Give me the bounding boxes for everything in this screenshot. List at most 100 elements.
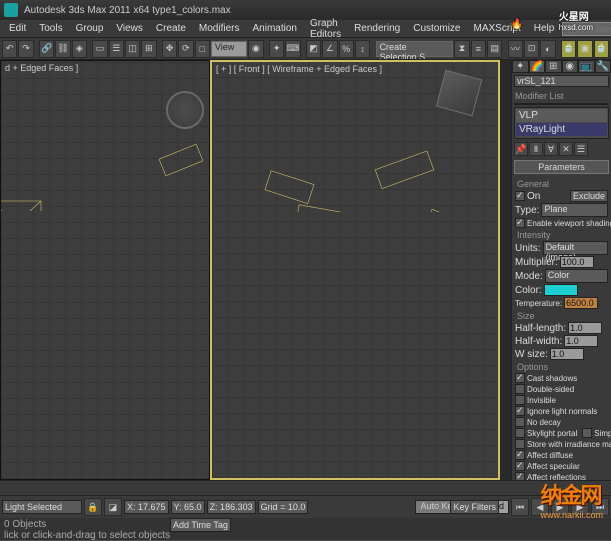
- menu-views[interactable]: Views: [111, 21, 148, 36]
- opt-cb-7[interactable]: [515, 450, 525, 460]
- menubar: Edit Tools Group Views Create Modifiers …: [0, 20, 611, 38]
- hierarchy-tab[interactable]: ⊞: [545, 60, 562, 73]
- snap-button[interactable]: ◩: [306, 40, 321, 58]
- add-time-tag[interactable]: Add Time Tag: [170, 518, 231, 532]
- on-checkbox[interactable]: [515, 191, 525, 201]
- manipulate-button[interactable]: ✦: [269, 40, 284, 58]
- rotate-button[interactable]: ⟳: [178, 40, 193, 58]
- opt-cb-3[interactable]: [515, 406, 525, 416]
- next-frame-button[interactable]: ▶: [571, 498, 589, 516]
- opt-cb-4[interactable]: [515, 417, 525, 427]
- temp-spinner[interactable]: 6500.0: [564, 297, 598, 309]
- opt-cb-9[interactable]: [515, 472, 525, 480]
- z-coord[interactable]: Z: 186.303: [207, 500, 256, 514]
- parameters-rollout[interactable]: Parameters: [514, 160, 609, 174]
- render-frame-button[interactable]: ▣: [577, 40, 592, 58]
- angle-snap-button[interactable]: ∠: [322, 40, 337, 58]
- menu-help[interactable]: Help: [529, 21, 560, 36]
- viewport-left[interactable]: d + Edged Faces ]: [0, 60, 210, 480]
- isolate-button[interactable]: ◪: [104, 498, 122, 516]
- select-name-button[interactable]: ☰: [109, 40, 124, 58]
- remove-mod-button[interactable]: ✕: [559, 142, 573, 156]
- modify-tab[interactable]: 🌈: [529, 60, 546, 73]
- mode-dropdown[interactable]: Color: [545, 269, 608, 283]
- x-coord[interactable]: X: 17.675: [124, 500, 169, 514]
- curve-editor-button[interactable]: 〰: [508, 40, 523, 58]
- modifier-list-dropdown[interactable]: [514, 103, 609, 105]
- modifier-stack[interactable]: VLP VRayLight: [514, 107, 609, 139]
- menu-create[interactable]: Create: [151, 21, 191, 36]
- units-dropdown[interactable]: Default (image): [543, 241, 608, 255]
- pin-stack-button[interactable]: 📌: [514, 142, 528, 156]
- menu-edit[interactable]: Edit: [4, 21, 31, 36]
- render-button[interactable]: 🍵: [594, 40, 609, 58]
- object-name-field[interactable]: vrSL_121: [514, 75, 609, 87]
- link-button[interactable]: 🔗: [39, 40, 54, 58]
- named-sel-dropdown[interactable]: Create Selection S: [376, 41, 454, 57]
- schematic-button[interactable]: ⊡: [524, 40, 539, 58]
- y-coord[interactable]: Y: 65.0: [171, 500, 205, 514]
- prev-frame-button[interactable]: ◀: [531, 498, 549, 516]
- mirror-button[interactable]: ⧗: [454, 40, 469, 58]
- menu-customize[interactable]: Customize: [408, 21, 465, 36]
- opt-cb-1[interactable]: [515, 384, 525, 394]
- menu-tools[interactable]: Tools: [34, 21, 67, 36]
- menu-modifiers[interactable]: Modifiers: [194, 21, 245, 36]
- opt-cb-2[interactable]: [515, 395, 525, 405]
- scale-button[interactable]: □: [195, 40, 210, 58]
- mod-vlp[interactable]: VLP: [516, 109, 607, 122]
- viewport-front[interactable]: [ + ] [ Front ] [ Wireframe + Edged Face…: [210, 60, 500, 480]
- unique-button[interactable]: ∀: [544, 142, 558, 156]
- timeline[interactable]: [0, 480, 611, 496]
- align-button[interactable]: ≡: [471, 40, 486, 58]
- select-button[interactable]: ▭: [92, 40, 107, 58]
- opt-cb-0[interactable]: [515, 373, 525, 383]
- ref-coord-dropdown[interactable]: View: [211, 41, 247, 57]
- w-size-spinner[interactable]: 1.0: [550, 348, 584, 360]
- window-crossing-button[interactable]: ⊞: [141, 40, 156, 58]
- keyboard-button[interactable]: ⌨: [285, 40, 300, 58]
- goto-end-button[interactable]: ⏭: [591, 498, 609, 516]
- w-size-label: W size:: [515, 349, 548, 360]
- pivot-button[interactable]: ◉: [248, 40, 263, 58]
- create-tab[interactable]: ✦: [512, 60, 529, 73]
- select-region-button[interactable]: ◫: [125, 40, 140, 58]
- menu-maxscript[interactable]: MAXScript: [468, 21, 525, 36]
- lock-button[interactable]: 🔒: [84, 498, 102, 516]
- move-button[interactable]: ✥: [162, 40, 177, 58]
- enable-vp-checkbox[interactable]: [515, 218, 525, 228]
- bind-button[interactable]: ◈: [72, 40, 87, 58]
- percent-snap-button[interactable]: %: [339, 40, 354, 58]
- opt-cb-5[interactable]: [515, 428, 525, 438]
- type-dropdown[interactable]: Plane: [541, 203, 608, 217]
- menu-animation[interactable]: Animation: [247, 21, 301, 36]
- undo-button[interactable]: ↶: [2, 40, 17, 58]
- menu-group[interactable]: Group: [71, 21, 109, 36]
- unlink-button[interactable]: ⛓: [55, 40, 70, 58]
- goto-start-button[interactable]: ⏮: [511, 498, 529, 516]
- material-button[interactable]: ◐: [540, 40, 555, 58]
- play-button[interactable]: ▶: [551, 498, 569, 516]
- utilities-tab[interactable]: 🔧: [595, 60, 611, 73]
- menu-rendering[interactable]: Rendering: [349, 21, 405, 36]
- exclude-button[interactable]: Exclude: [570, 190, 608, 202]
- opt-extra-5[interactable]: [582, 428, 592, 438]
- mod-vraylight[interactable]: VRayLight: [516, 123, 607, 136]
- half-wid-spinner[interactable]: 1.0: [564, 335, 598, 347]
- motion-tab[interactable]: ◉: [562, 60, 579, 73]
- key-filters-button[interactable]: Key Filters: [450, 500, 499, 514]
- spinner-snap-button[interactable]: ↕: [355, 40, 370, 58]
- opt-cb-6[interactable]: [515, 439, 525, 449]
- search-input[interactable]: [562, 22, 611, 36]
- configure-button[interactable]: ☰: [574, 142, 588, 156]
- show-end-button[interactable]: Ⅱ: [529, 142, 543, 156]
- redo-button[interactable]: ↷: [18, 40, 33, 58]
- menu-grapheditors[interactable]: Graph Editors: [305, 16, 346, 42]
- half-len-spinner[interactable]: 1.0: [568, 322, 602, 334]
- render-setup-button[interactable]: 🍵: [561, 40, 576, 58]
- opt-cb-8[interactable]: [515, 461, 525, 471]
- layer-button[interactable]: ▤: [487, 40, 502, 58]
- display-tab[interactable]: 📺: [578, 60, 595, 73]
- mult-spinner[interactable]: 100.0: [560, 256, 594, 268]
- color-swatch[interactable]: [544, 284, 578, 296]
